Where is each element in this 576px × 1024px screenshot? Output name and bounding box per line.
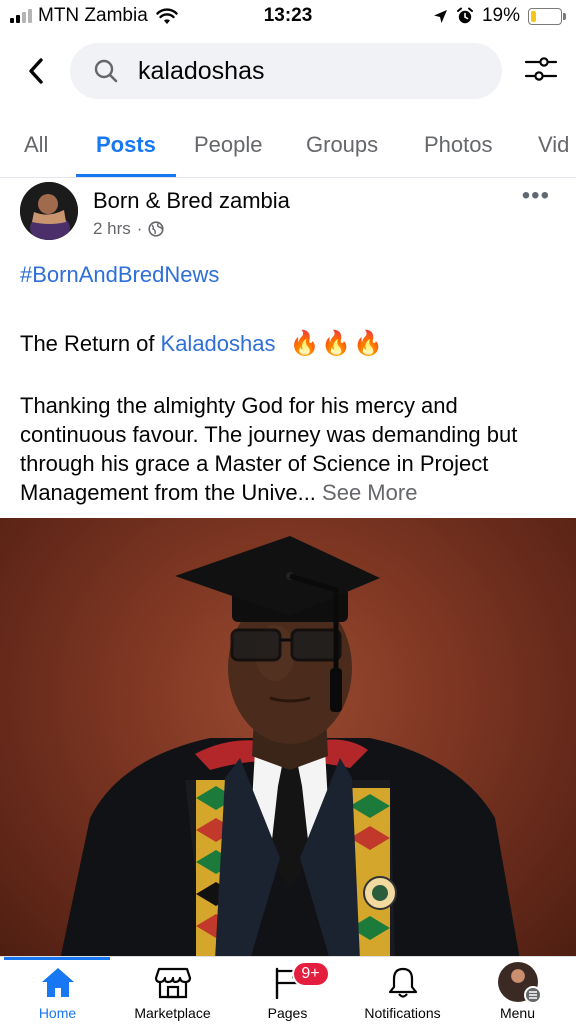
avatar xyxy=(497,962,542,1004)
tab-videos[interactable]: Vid xyxy=(538,132,569,158)
post-body: Thanking the almighty God for his mercy … xyxy=(20,391,560,507)
nav-pages-label: Pages xyxy=(267,1005,308,1021)
tab-posts[interactable]: Posts xyxy=(96,132,156,158)
author-avatar[interactable] xyxy=(20,182,78,240)
tab-photos[interactable]: Photos xyxy=(424,132,493,158)
search-input[interactable]: kaladoshas xyxy=(70,43,502,99)
nav-marketplace[interactable]: Marketplace xyxy=(115,963,230,1024)
active-tab-indicator xyxy=(76,174,176,177)
nav-menu-label: Menu xyxy=(499,1005,536,1021)
battery-level xyxy=(531,10,537,22)
nav-marketplace-label: Marketplace xyxy=(134,1005,211,1021)
post-title: The Return of Kaladoshas 🔥🔥🔥 xyxy=(20,329,385,358)
search-icon xyxy=(92,57,120,85)
location-icon xyxy=(433,9,447,23)
nav-home-label: Home xyxy=(38,1005,77,1021)
menu-avatar-icon xyxy=(497,962,542,1004)
post-meta: 2 hrs · xyxy=(93,219,165,239)
nav-notifications-label: Notifications xyxy=(364,1005,441,1021)
status-right: 19% xyxy=(433,5,566,27)
post-author[interactable]: Born & Bred zambia xyxy=(93,188,290,214)
tab-groups[interactable]: Groups xyxy=(306,132,378,158)
graduate-illustration xyxy=(60,536,520,960)
filter-icon xyxy=(524,57,558,81)
post-photo[interactable] xyxy=(0,518,576,960)
meta-separator: · xyxy=(136,219,143,238)
status-bar: MTN Zambia 13:23 19% xyxy=(0,0,576,34)
nav-notifications[interactable]: Notifications xyxy=(345,963,460,1024)
battery-percent: 19% xyxy=(481,5,520,26)
battery-icon xyxy=(528,7,566,25)
back-button[interactable] xyxy=(18,53,54,89)
bottom-nav: Home Marketplace 9+ Pages Notifications … xyxy=(0,956,576,1024)
menu-icon xyxy=(523,986,542,1004)
alarm-icon xyxy=(456,7,473,24)
nav-menu[interactable]: Menu xyxy=(460,962,575,1024)
post-hashtag[interactable]: #BornAndBredNews xyxy=(20,262,219,288)
title-prefix: The Return of xyxy=(20,330,155,356)
active-nav-indicator xyxy=(4,957,110,960)
filter-button[interactable] xyxy=(522,52,562,88)
tab-all[interactable]: All xyxy=(24,132,48,158)
post-header: Born & Bred zambia 2 hrs · ••• xyxy=(0,182,576,248)
pages-icon: 9+ xyxy=(268,961,330,1001)
bell-icon xyxy=(383,963,423,1001)
globe-icon xyxy=(148,221,165,237)
search-header: kaladoshas xyxy=(0,40,576,102)
nav-pages[interactable]: 9+ Pages xyxy=(230,961,345,1024)
post-body-text: Thanking the almighty God for his mercy … xyxy=(20,393,518,505)
search-query: kaladoshas xyxy=(138,56,265,85)
back-icon xyxy=(29,58,43,84)
home-icon xyxy=(38,963,78,1001)
nav-home[interactable]: Home xyxy=(0,963,115,1024)
search-tabs: All Posts People Groups Photos Vid xyxy=(0,120,576,178)
title-link[interactable]: Kaladoshas xyxy=(161,331,276,357)
pages-badge: 9+ xyxy=(291,961,330,987)
tab-people[interactable]: People xyxy=(194,132,263,158)
marketplace-icon xyxy=(153,963,193,1001)
fire-emojis: 🔥🔥🔥 xyxy=(289,330,386,357)
see-more-link[interactable]: See More xyxy=(322,480,417,505)
post-time: 2 hrs xyxy=(93,219,131,238)
post-more-button[interactable]: ••• xyxy=(522,182,550,210)
